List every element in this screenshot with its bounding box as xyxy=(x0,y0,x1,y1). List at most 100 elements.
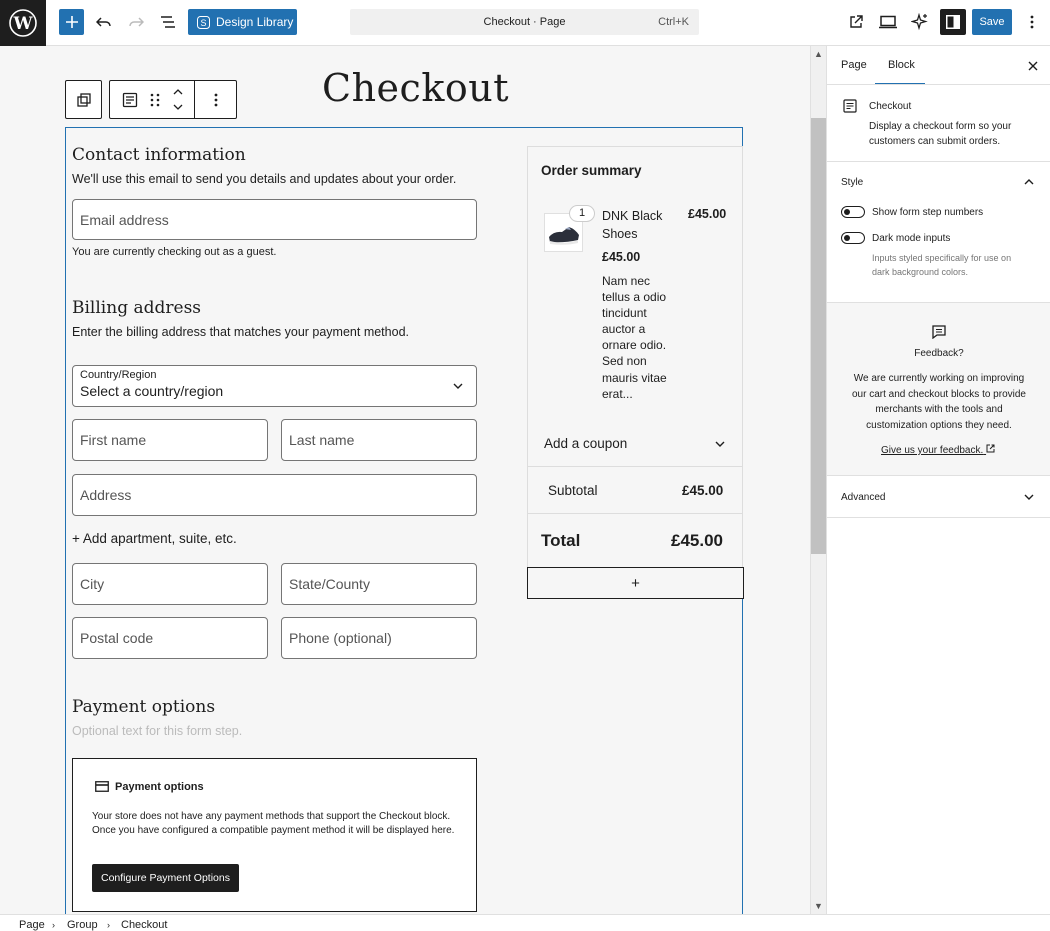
dark-mode-help-1: Inputs styled specifically for use on xyxy=(872,253,1012,263)
options-menu-button[interactable] xyxy=(1019,9,1045,35)
svg-text:W: W xyxy=(12,14,33,34)
redo-button[interactable] xyxy=(123,9,149,35)
breadcrumb-page[interactable]: Page xyxy=(19,919,45,931)
add-coupon-toggle[interactable]: Add a coupon xyxy=(544,436,627,451)
add-block-button[interactable] xyxy=(59,9,84,35)
desc-line: Sed non xyxy=(602,354,647,369)
step-numbers-label: Show form step numbers xyxy=(872,207,984,218)
feedback-title: Feedback? xyxy=(914,348,964,359)
breadcrumb-separator-icon: › xyxy=(107,920,110,930)
block-appender-button[interactable]: + xyxy=(527,567,744,599)
payment-box-text: Your store does not have any payment met… xyxy=(92,811,455,836)
desc-line: Nam nec xyxy=(602,274,651,288)
email-field[interactable]: Email address xyxy=(72,199,477,240)
scrollbar-thumb[interactable] xyxy=(811,118,826,554)
guest-note: You are currently checking out as a gues… xyxy=(72,246,277,258)
checkout-block-icon[interactable] xyxy=(122,92,138,108)
more-vertical-icon xyxy=(1030,15,1034,29)
chevron-up-icon[interactable] xyxy=(1024,178,1034,185)
undo-button[interactable] xyxy=(91,9,117,35)
breadcrumb-checkout[interactable]: Checkout xyxy=(121,919,167,931)
block-description-2: customers can submit orders. xyxy=(869,136,1001,147)
wordpress-icon: W xyxy=(9,9,37,37)
view-page-button[interactable] xyxy=(843,9,869,35)
first-name-field[interactable]: First name xyxy=(72,419,268,461)
feedback-text: We are currently working on improving ou… xyxy=(827,371,1050,433)
desc-line: tellus a odio xyxy=(602,290,667,305)
feedback-line: merchants with the tools and xyxy=(875,404,1003,415)
payment-options-box: Payment options Your store does not have… xyxy=(72,758,477,912)
move-down-icon[interactable] xyxy=(172,102,184,112)
contact-heading: Contact information xyxy=(72,145,246,165)
editor-canvas[interactable]: Checkout Contact information We'll use t… xyxy=(0,46,810,914)
scroll-down-arrow[interactable]: ▼ xyxy=(814,901,823,911)
style-panel-heading[interactable]: Style xyxy=(841,177,863,188)
block-mover-group xyxy=(109,80,237,119)
drag-handle-icon[interactable] xyxy=(150,93,160,107)
subtotal-value: £45.00 xyxy=(682,483,724,498)
credit-card-icon xyxy=(95,781,109,792)
tab-page[interactable]: Page xyxy=(841,59,867,71)
order-summary[interactable]: Order summary 1 DNK Black Shoes £45.00 £… xyxy=(527,146,743,568)
block-description-1: Display a checkout form so your xyxy=(869,121,1012,132)
feedback-panel: Feedback? We are currently working on im… xyxy=(827,303,1050,475)
canvas-scrollbar[interactable]: ▲ ▼ xyxy=(810,46,826,914)
command-palette[interactable]: Checkout · Page Ctrl+K xyxy=(350,9,699,35)
city-field[interactable]: City xyxy=(72,563,268,605)
block-parent-selector[interactable] xyxy=(65,80,102,119)
block-options-icon[interactable] xyxy=(214,93,218,107)
state-field[interactable]: State/County xyxy=(281,563,477,605)
step-numbers-toggle[interactable] xyxy=(841,206,865,218)
quantity-badge: 1 xyxy=(569,205,595,222)
phone-field[interactable]: Phone (optional) xyxy=(281,617,477,659)
order-summary-heading: Order summary xyxy=(541,163,642,178)
configure-payment-button[interactable]: Configure Payment Options xyxy=(92,864,239,892)
product-description: Nam nec tellus a odio tincidunt auctor a… xyxy=(602,273,667,402)
desc-line: auctor a xyxy=(602,322,646,337)
design-library-button[interactable]: S Design Library xyxy=(188,9,297,35)
feedback-line: our cart and checkout blocks to provide xyxy=(852,388,1026,400)
tab-block[interactable]: Block xyxy=(888,59,915,71)
feedback-link[interactable]: Give us your feedback. xyxy=(881,444,995,456)
last-name-field[interactable]: Last name xyxy=(281,419,477,461)
add-apartment-link[interactable]: + Add apartment, suite, etc. xyxy=(72,531,237,546)
ai-assistant-button[interactable] xyxy=(907,9,933,35)
group-icon xyxy=(77,93,91,107)
breadcrumb-group[interactable]: Group xyxy=(67,919,98,931)
block-breadcrumb: Page › Group › Checkout xyxy=(0,914,1050,931)
feedback-line: customization options they need. xyxy=(866,419,1012,431)
svg-text:S: S xyxy=(200,18,206,28)
desc-line: mauris vitae xyxy=(602,370,667,385)
page-title[interactable]: Checkout xyxy=(322,66,509,110)
external-link-icon xyxy=(986,444,995,453)
settings-sidebar-toggle[interactable] xyxy=(940,9,966,35)
move-up-icon[interactable] xyxy=(172,87,184,97)
product-name[interactable]: DNK Black Shoes xyxy=(602,207,662,243)
block-name: Checkout xyxy=(869,101,912,112)
close-icon[interactable] xyxy=(1028,61,1038,71)
chevron-down-icon[interactable] xyxy=(1024,494,1034,501)
address-field[interactable]: Address xyxy=(72,474,477,516)
device-preview-button[interactable] xyxy=(875,9,901,35)
product-price: £45.00 xyxy=(602,250,641,264)
line-total: £45.00 xyxy=(688,207,727,221)
chevron-down-icon[interactable] xyxy=(715,440,725,448)
checkout-block-icon xyxy=(843,99,857,113)
payment-optional-text[interactable]: Optional text for this form step. xyxy=(72,724,242,738)
undo-icon xyxy=(96,17,111,27)
advanced-panel-heading[interactable]: Advanced xyxy=(841,492,885,503)
settings-sidebar: Page Block Checkout Display a checkout f… xyxy=(826,46,1050,914)
save-button[interactable]: Save xyxy=(972,9,1012,35)
feedback-icon xyxy=(932,325,946,339)
document-overview-button[interactable] xyxy=(155,9,181,35)
country-select[interactable]: Country/Region Select a country/region xyxy=(72,365,477,407)
total-value: £45.00 xyxy=(671,531,723,550)
command-title: Checkout · Page xyxy=(483,16,566,28)
chevron-down-icon xyxy=(453,383,463,389)
dark-mode-label: Dark mode inputs xyxy=(872,233,951,244)
postal-code-field[interactable]: Postal code xyxy=(72,617,268,659)
desc-line: tincidunt xyxy=(602,306,647,321)
dark-mode-toggle[interactable] xyxy=(841,232,865,244)
scroll-up-arrow[interactable]: ▲ xyxy=(814,49,823,59)
wordpress-logo-button[interactable]: W xyxy=(0,0,46,46)
